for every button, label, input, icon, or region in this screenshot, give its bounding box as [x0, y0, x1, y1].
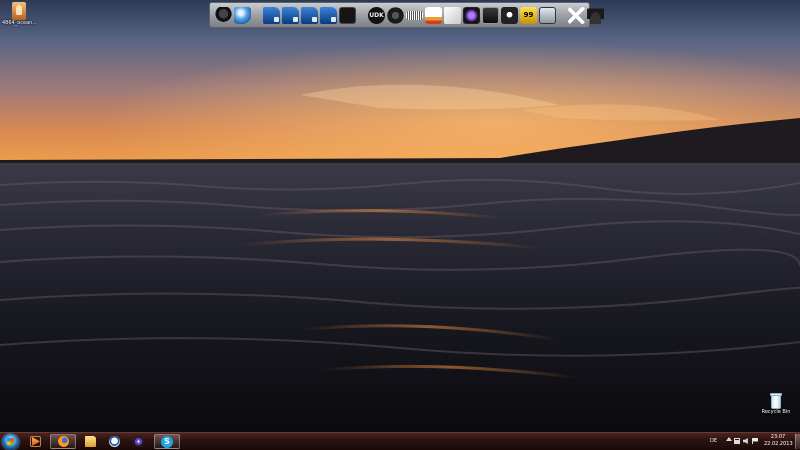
drive-music-icon[interactable] — [301, 6, 318, 24]
folder-icon — [84, 436, 96, 447]
gold-badge-icon[interactable]: 99 — [520, 6, 537, 24]
top-hat-icon[interactable] — [587, 6, 604, 24]
network-icon[interactable] — [734, 438, 740, 444]
desktop-icon-image-file[interactable]: 4864_ocean... — [2, 2, 38, 26]
gold-badge-label: 99 — [523, 11, 534, 19]
firefox-icon — [57, 436, 69, 447]
taskbar-media-player[interactable] — [25, 434, 45, 449]
taskbar-kettle-app[interactable] — [104, 434, 124, 449]
start-button[interactable] — [2, 434, 19, 450]
recycle-bin-icon — [769, 392, 783, 409]
monitor-app-icon[interactable] — [482, 6, 499, 24]
drive-icon[interactable] — [263, 6, 280, 24]
drive-network-icon[interactable] — [320, 6, 337, 24]
show-hidden-icons-icon[interactable] — [726, 437, 732, 441]
top-hat-app-icon[interactable] — [215, 6, 232, 24]
audio-wave-icon[interactable] — [406, 10, 423, 20]
desktop-wallpaper — [0, 0, 800, 432]
clock-time: 23:07 — [770, 434, 786, 440]
taskbar-eye-app[interactable] — [128, 434, 148, 449]
equalizer-icon[interactable] — [425, 6, 442, 24]
purple-orb-icon[interactable] — [463, 6, 480, 24]
taskbar-skype[interactable]: S — [154, 434, 180, 449]
globe-icon[interactable] — [234, 6, 251, 24]
steam-icon[interactable] — [387, 6, 404, 24]
cube-icon[interactable] — [444, 6, 461, 24]
volume-icon[interactable] — [743, 438, 748, 444]
clock-date: 22.02.2013 — [764, 441, 793, 447]
scissors-icon[interactable] — [568, 6, 585, 24]
drive-doc-icon[interactable] — [282, 6, 299, 24]
action-center-flag-icon[interactable] — [752, 438, 758, 444]
black-square-icon[interactable] — [339, 6, 356, 24]
system-clock[interactable]: 23:07 22.02.2013 — [764, 434, 793, 448]
desktop-icon-label: Recycle Bin — [761, 409, 791, 415]
taskbar-explorer[interactable] — [80, 434, 100, 449]
cat-app-icon[interactable] — [501, 6, 518, 24]
udk-icon-label: UDK — [369, 11, 384, 19]
kettle-icon — [108, 436, 120, 447]
show-desktop-button[interactable] — [795, 434, 800, 449]
desktop-icon-recycle-bin[interactable]: Recycle Bin — [758, 392, 794, 415]
taskbar-firefox[interactable] — [50, 434, 76, 449]
screen-icon[interactable] — [539, 6, 556, 24]
language-indicator[interactable]: DE — [710, 438, 717, 444]
dock-bar: UDK 99 — [209, 2, 604, 28]
image-file-icon — [12, 2, 26, 20]
desktop-icon-label: 4864_ocean... — [2, 20, 38, 26]
skype-icon: S — [161, 435, 173, 448]
eye-icon — [132, 436, 144, 447]
udk-icon[interactable]: UDK — [368, 6, 385, 24]
taskbar: S DE 23:07 22.02.2013 — [0, 432, 800, 450]
